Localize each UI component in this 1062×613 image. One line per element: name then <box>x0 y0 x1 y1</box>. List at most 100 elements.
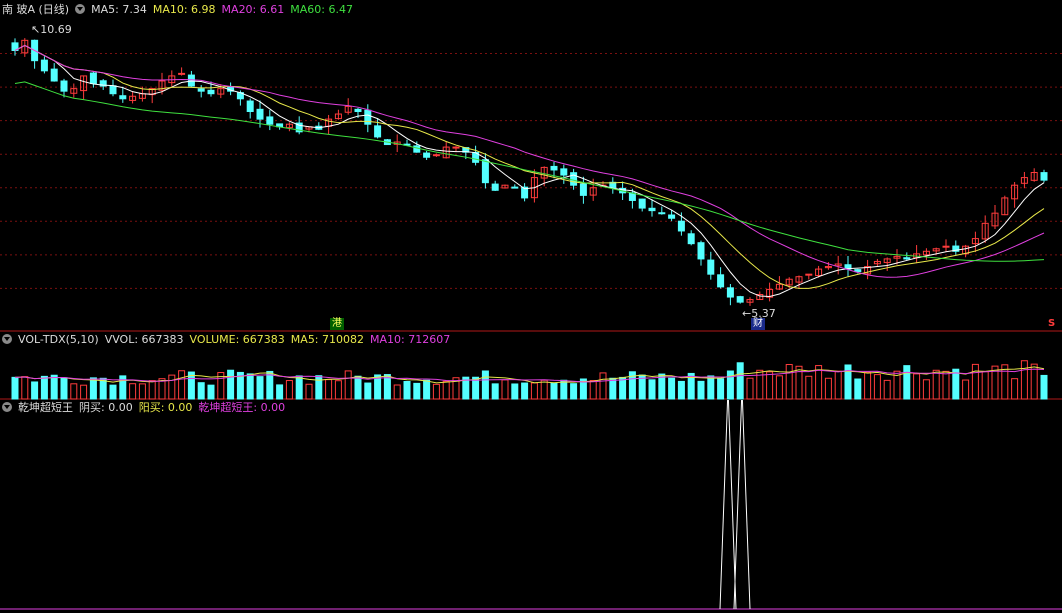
volume-bar <box>805 375 813 400</box>
volume-bar <box>197 382 205 400</box>
candle-body <box>266 116 274 125</box>
price-header: 南 玻A (日线) MA5: 7.34 MA10: 6.98 MA20: 6.61 MA… <box>2 2 359 18</box>
volume-bar <box>511 383 519 400</box>
volume-bar <box>903 365 911 400</box>
high-price-label: ↖10.69 <box>31 23 72 36</box>
volume-bar <box>854 378 862 400</box>
candle-body <box>89 72 97 85</box>
volume-bar <box>60 377 68 400</box>
volume-bar <box>971 363 979 400</box>
ma10-readout: MA10: 6.98 <box>152 3 216 16</box>
candle-body <box>511 186 519 189</box>
candle-body <box>677 220 685 232</box>
candle-body <box>119 95 127 100</box>
volume-panel[interactable]: VOL-TDX(5,10) VVOL: 667383 VOLUME: 667383 M… <box>0 332 1062 400</box>
volume-bar <box>775 375 783 400</box>
volume-bar <box>80 384 88 400</box>
candle-body <box>197 88 205 92</box>
volume-bar <box>276 384 284 400</box>
volume-bar <box>736 362 744 400</box>
financial-report-badge[interactable]: 财 <box>751 318 765 330</box>
volume-bar <box>168 374 176 400</box>
s-marker-badge[interactable]: S <box>1046 318 1057 330</box>
volume-bar <box>109 384 117 400</box>
volume-bar <box>913 373 921 400</box>
volume-bar <box>1040 374 1048 400</box>
volume-bar <box>648 379 656 400</box>
volume-bar <box>1020 360 1028 400</box>
candle-body <box>207 89 215 95</box>
volume-bar <box>922 379 930 400</box>
volume-bar <box>962 379 970 400</box>
ma20-line <box>14 44 1045 278</box>
indicator-panel[interactable]: 乾坤超短王 阴买: 0.00 阳买: 0.00 乾坤超短王: 0.00 <box>0 400 1062 613</box>
volume-bar <box>785 364 793 400</box>
volume-bar <box>89 377 97 400</box>
candle-body <box>579 183 587 196</box>
chevron-down-icon[interactable] <box>75 4 86 14</box>
volume-indicator-title: VOL-TDX(5,10) <box>18 333 99 346</box>
volume-header: VOL-TDX(5,10) VVOL: 667383 VOLUME: 667383 M… <box>2 332 456 348</box>
volume-bar <box>305 383 313 400</box>
indicator-title: 乾坤超短王 <box>18 401 73 414</box>
volume-bar <box>873 374 881 400</box>
volume-bar <box>697 380 705 400</box>
candlestick-chart[interactable] <box>0 0 1062 332</box>
volume-bar <box>952 368 960 400</box>
candle-body <box>432 154 440 157</box>
volume-bar <box>423 379 431 400</box>
chevron-down-icon[interactable] <box>2 402 12 412</box>
volume-bar <box>207 384 215 400</box>
candle-body <box>668 214 676 219</box>
indicator-header: 乾坤超短王 阴买: 0.00 阳买: 0.00 乾坤超短王: 0.00 <box>2 400 291 416</box>
volume-bar <box>521 382 529 400</box>
volume-bar <box>981 371 989 400</box>
volume-bar <box>707 375 715 400</box>
volume-bar <box>834 370 842 400</box>
volume-bar <box>227 369 235 400</box>
candle-body <box>658 212 666 215</box>
ma10-line <box>14 44 1045 289</box>
volume-bar <box>589 379 597 400</box>
volume-bar <box>70 383 78 400</box>
candle-body <box>550 165 558 171</box>
volume-ma10-readout: MA10: 712607 <box>370 333 451 346</box>
volume-bar <box>11 376 19 400</box>
indicator-spike <box>733 400 751 610</box>
volume-bar <box>883 379 891 400</box>
indicator-chart[interactable] <box>0 400 1062 613</box>
volume-bar <box>619 376 627 400</box>
candle-body <box>560 168 568 176</box>
volume-bar <box>530 382 538 400</box>
volume-bar <box>413 382 421 400</box>
volume-bar <box>540 379 548 400</box>
hk-connect-badge[interactable]: 港 <box>330 318 344 330</box>
volume-bar <box>609 377 617 400</box>
volume-bar <box>677 380 685 400</box>
candle-body <box>178 72 186 75</box>
candle-body <box>40 59 48 72</box>
candle-body <box>256 108 264 120</box>
candle-body <box>109 85 117 95</box>
volume-bar <box>256 376 264 400</box>
volume-bar <box>550 383 558 400</box>
volume-bar <box>766 371 774 400</box>
indicator-spike <box>719 400 737 610</box>
ma5-readout: MA5: 7.34 <box>91 3 147 16</box>
volume-bar <box>570 383 578 400</box>
candle-body <box>687 233 695 245</box>
volume-bar <box>50 374 58 400</box>
volume-bar <box>864 371 872 400</box>
volume-bar <box>364 382 372 400</box>
candle-body <box>717 274 725 288</box>
ma60-readout: MA60: 6.47 <box>290 3 353 16</box>
chevron-down-icon[interactable] <box>2 334 12 344</box>
volume-bar <box>148 380 156 400</box>
price-panel[interactable]: 南 玻A (日线) MA5: 7.34 MA10: 6.98 MA20: 6.61 MA… <box>0 0 1062 332</box>
volume-bar <box>942 370 950 400</box>
candle-body <box>452 146 460 149</box>
qk-readout: 乾坤超短王: 0.00 <box>198 401 286 414</box>
volume-bar <box>21 376 29 400</box>
volume-bar <box>403 381 411 400</box>
candle-body <box>491 183 499 191</box>
